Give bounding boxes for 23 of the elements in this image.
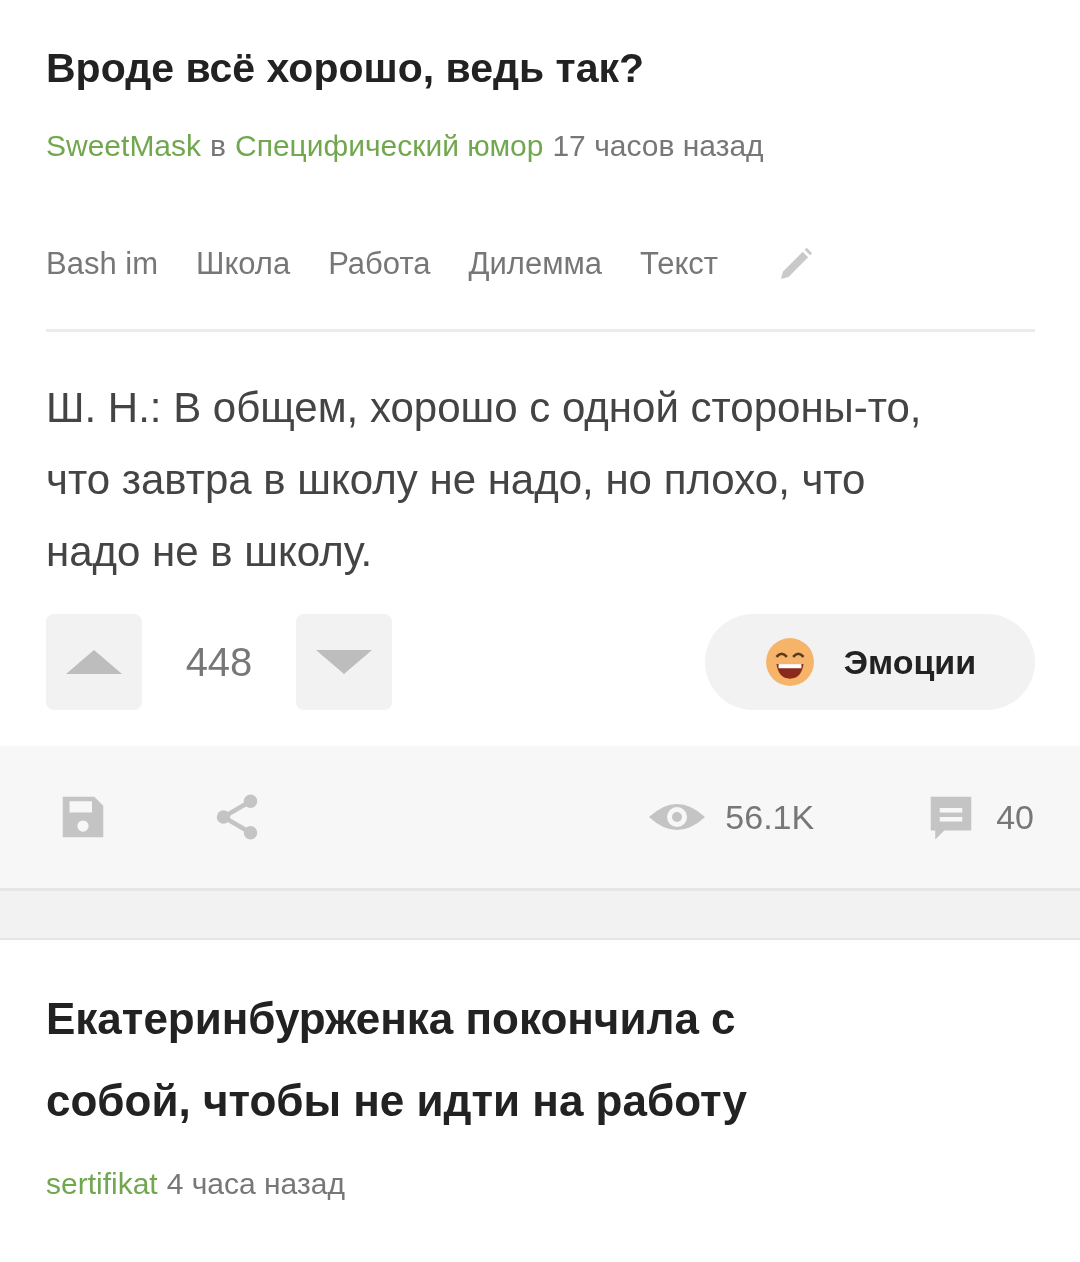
tag-link[interactable]: Дилемма <box>468 246 602 282</box>
community-link[interactable]: Специфический юмор <box>235 126 544 166</box>
up-arrow-icon <box>66 650 122 674</box>
author-link[interactable]: sertifikat <box>46 1164 158 1204</box>
downvote-button[interactable] <box>296 614 392 710</box>
post-text: Ш. Н.: В общем, хорошо с одной стороны-то, что завтра в школу не надо, но плохо, что надо не в школу. <box>46 383 923 577</box>
post-time: 4 часа назад <box>166 1166 345 1202</box>
rating-count: 448 <box>184 639 254 685</box>
meta-text: в <box>210 128 226 164</box>
smiley-icon <box>763 636 816 688</box>
post-title[interactable]: Екатеринбурженка покончила с собой, чтобы не идти на работу <box>46 978 866 1142</box>
tag-link[interactable]: Школа <box>196 246 291 282</box>
tag-link[interactable]: Работа <box>328 246 431 282</box>
tag-link[interactable]: Текст <box>640 246 719 282</box>
post-time: 17 часов назад <box>552 128 764 164</box>
upvote-button[interactable] <box>46 614 142 710</box>
author-link[interactable]: SweetMask <box>46 126 202 166</box>
down-arrow-icon <box>316 650 372 674</box>
comments-count: 40 <box>996 797 1034 837</box>
emotions-button[interactable]: Эмоции <box>705 614 1035 710</box>
post-title[interactable]: Вроде всё хорошо, ведь так? <box>46 38 1035 98</box>
views-count: 56.1K <box>725 797 815 837</box>
tag-link[interactable]: Bash im <box>46 246 158 282</box>
